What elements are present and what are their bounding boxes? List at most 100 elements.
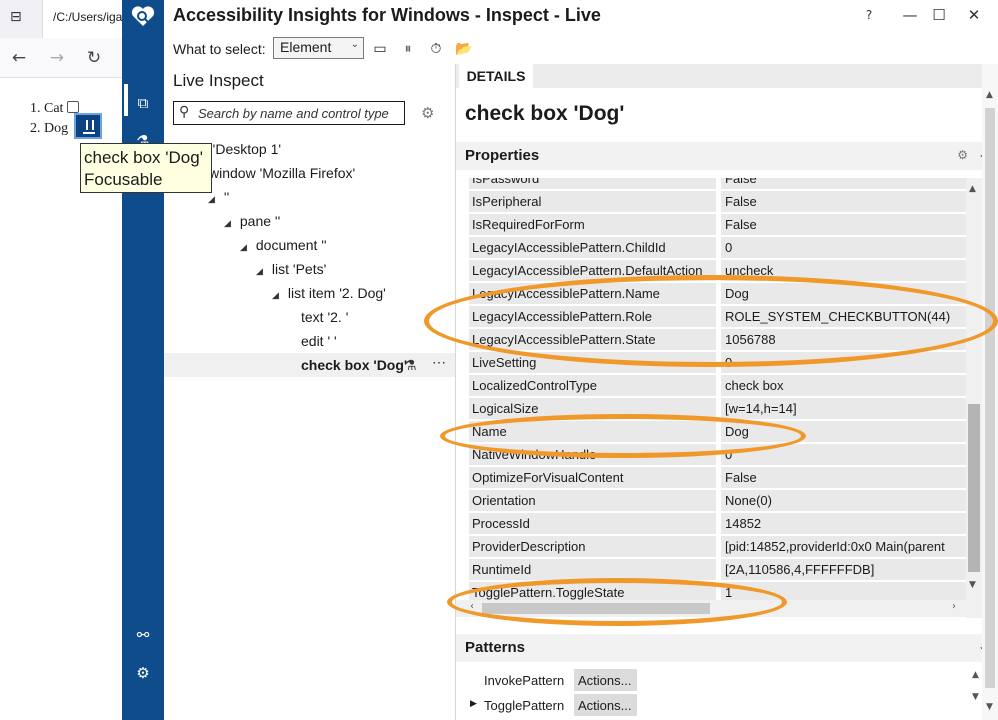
close-icon[interactable]: ✕	[962, 4, 986, 26]
property-row[interactable]: LegacyIAccessiblePattern.DefaultAction un…	[456, 259, 966, 282]
pause-icon[interactable]: ⏸	[398, 39, 418, 59]
patterns-section-header[interactable]: Patterns ⌄	[456, 634, 998, 662]
scroll-up-icon[interactable]: ▲	[986, 90, 993, 100]
expand-toggle-icon[interactable]: ◢	[256, 259, 268, 283]
tree-node-label: ''	[223, 189, 230, 205]
firefox-tab[interactable]: /C:/Users/iga	[42, 0, 122, 38]
scroll-thumb[interactable]	[985, 108, 995, 688]
property-value: ROLE_SYSTEM_CHECKBUTTON(44)	[721, 306, 966, 327]
expand-toggle-icon[interactable]: ◢	[272, 283, 284, 307]
tree-search-input[interactable]	[198, 105, 402, 121]
flask-icon	[83, 120, 95, 134]
property-row[interactable]: LegacyIAccessiblePattern.Name Dog	[456, 282, 966, 305]
property-value: False	[721, 467, 966, 488]
pattern-actions-button[interactable]: Actions...	[574, 694, 637, 716]
dog-checkbox-highlight[interactable]	[74, 113, 102, 139]
tree-search-box[interactable]: ⚲	[173, 101, 405, 125]
details-scrollbar[interactable]: ▲ ▼	[982, 64, 998, 720]
minimize-icon[interactable]: —	[898, 4, 922, 26]
pattern-row: InvokePattern Actions...	[456, 669, 966, 693]
back-arrow-icon[interactable]: ←	[8, 47, 30, 69]
tree-node[interactable]: edit ' '	[164, 329, 455, 353]
tree-node[interactable]: ◢ list item '2. Dog'	[164, 281, 455, 305]
tree-node[interactable]: ◢ document ''	[164, 233, 455, 257]
maximize-icon[interactable]: ☐	[927, 4, 951, 26]
tab-details[interactable]: DETAILS	[459, 64, 533, 88]
property-value: uncheck	[721, 260, 966, 281]
property-name: Name	[469, 421, 716, 442]
tab-list-icon[interactable]: ⊟	[10, 9, 28, 27]
select-mode-dropdown[interactable]: Element ⌄	[273, 37, 364, 59]
scroll-thumb[interactable]	[482, 603, 710, 614]
test-flask-icon[interactable]: ⚗	[404, 353, 417, 377]
app-logo-icon	[131, 6, 155, 27]
property-row[interactable]: LogicalSize [w=14,h=14]	[456, 397, 966, 420]
scroll-right-icon[interactable]: ›	[952, 601, 956, 612]
expand-toggle-icon[interactable]: ◢	[224, 211, 236, 235]
property-row[interactable]: LocalizedControlType check box	[456, 374, 966, 397]
scroll-down-icon[interactable]: ▼	[972, 692, 979, 702]
pattern-name: TogglePattern	[484, 698, 565, 713]
scroll-up-icon[interactable]: ▲	[969, 184, 976, 194]
property-row[interactable]: OptimizeForVisualContent False	[456, 466, 966, 489]
tree-settings-gear-icon[interactable]: ⚙	[421, 104, 434, 122]
property-row[interactable]: IsRequiredForForm False	[456, 213, 966, 236]
property-row[interactable]: ProcessId 14852	[456, 512, 966, 535]
scroll-thumb[interactable]	[968, 404, 980, 572]
expand-toggle-icon[interactable]: ▶	[470, 698, 477, 709]
tree-node-label: check box 'Dog'	[301, 357, 408, 373]
element-heading: check box 'Dog'	[465, 102, 625, 125]
more-options-icon[interactable]: ⋯	[432, 350, 446, 374]
property-row[interactable]: ProviderDescription [pid:14852,providerId…	[456, 535, 966, 558]
open-folder-icon[interactable]: 📂	[454, 39, 474, 59]
select-mode-value: Element	[280, 39, 332, 55]
properties-section-header[interactable]: Properties ⚙ ⌄	[456, 142, 998, 170]
search-icon: ⚲	[179, 104, 190, 120]
cat-checkbox[interactable]	[67, 101, 80, 113]
timer-icon[interactable]: ⏱	[426, 39, 446, 59]
list-item-label: 2. Dog	[30, 121, 69, 136]
highlight-window-icon[interactable]: ▭	[370, 39, 390, 59]
tree-node-selected[interactable]: check box 'Dog' ⚗ ⋯	[164, 353, 455, 377]
property-row[interactable]: NativeWindowHandle 0	[456, 443, 966, 466]
property-value: 0	[721, 237, 966, 258]
property-row[interactable]: LegacyIAccessiblePattern.State 1056788	[456, 328, 966, 351]
property-value: check box	[721, 375, 966, 396]
property-row[interactable]: LiveSetting 0	[456, 351, 966, 374]
pattern-actions-button[interactable]: Actions...	[574, 669, 637, 691]
settings-gear-icon[interactable]: ⚙	[132, 662, 154, 684]
property-row[interactable]: RuntimeId [2A,110586,4,FFFFFFDB]	[456, 558, 966, 581]
property-row[interactable]: Name Dog	[456, 420, 966, 443]
tree-node-label: document ''	[255, 237, 327, 253]
chevron-down-icon: ⌄	[350, 39, 359, 50]
property-value: [2A,110586,4,FFFFFFDB]	[721, 559, 966, 580]
properties-vertical-scrollbar[interactable]: ▲ ▼	[966, 178, 982, 618]
tooltip-name: check box 'Dog'	[84, 148, 203, 167]
property-row[interactable]: IsPassword False	[456, 178, 966, 190]
select-mode-label: What to select:	[173, 41, 266, 57]
property-row[interactable]: Orientation None(0)	[456, 489, 966, 512]
tree-node[interactable]: text '2. '	[164, 305, 455, 329]
property-row[interactable]: LegacyIAccessiblePattern.ChildId 0	[456, 236, 966, 259]
tree-node-label: list 'Pets'	[271, 261, 327, 277]
properties-settings-gear-icon[interactable]: ⚙	[957, 148, 968, 162]
reload-icon[interactable]: ↻	[83, 47, 105, 69]
inspect-icon[interactable]: ⧉	[132, 92, 154, 114]
scroll-up-icon[interactable]: ▲	[972, 670, 979, 680]
scroll-down-icon[interactable]: ▼	[969, 580, 976, 590]
inspect-tooltip: check box 'Dog' Focusable	[80, 143, 212, 193]
property-row[interactable]: LegacyIAccessiblePattern.Role ROLE_SYSTEM…	[456, 305, 966, 328]
expand-toggle-icon[interactable]: ◢	[240, 235, 252, 259]
forward-arrow-icon[interactable]: →	[46, 47, 68, 69]
tree-node[interactable]: ◢ list 'Pets'	[164, 257, 455, 281]
properties-horizontal-scrollbar[interactable]: ‹ ›	[456, 600, 966, 617]
firefox-window: ⊟ /C:/Users/iga ← → ↻ 1. Cat 2. Dog	[0, 0, 122, 720]
help-icon[interactable]: ?	[857, 4, 881, 26]
patterns-title: Patterns	[465, 639, 526, 656]
connection-icon[interactable]: ⚯	[132, 624, 154, 646]
tree-node[interactable]: ◢ pane ''	[164, 209, 455, 233]
scroll-left-icon[interactable]: ‹	[470, 601, 474, 612]
scroll-down-icon[interactable]: ▼	[986, 702, 993, 712]
property-name: LiveSetting	[469, 352, 716, 373]
property-row[interactable]: IsPeripheral False	[456, 190, 966, 213]
